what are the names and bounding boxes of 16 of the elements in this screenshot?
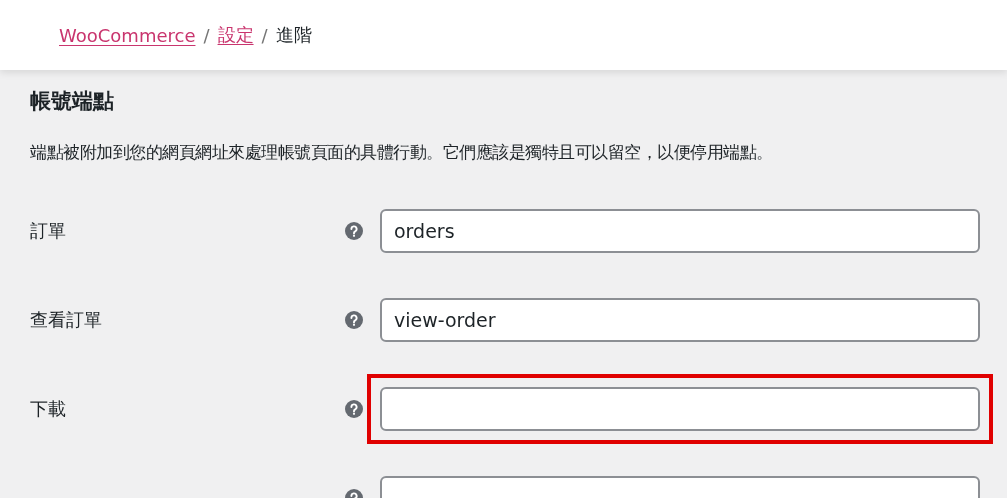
help-icon[interactable] xyxy=(345,221,363,240)
text-field[interactable] xyxy=(380,386,980,431)
text-field[interactable]: view-order xyxy=(380,297,980,342)
breadcrumb-link[interactable]: WooCommerce xyxy=(59,24,196,46)
help-icon[interactable] xyxy=(345,310,363,329)
breadcrumb-current: 進階 xyxy=(275,23,312,47)
breadcrumb-separator: / xyxy=(261,24,268,46)
field-label: 查看訂單 xyxy=(30,307,103,332)
field-label: 訂單 xyxy=(30,218,67,243)
section-description: 端點被附加到您的網頁網址來處理帳號頁面的具體行動。它們應該是獨特且可以留空，以便停用端點。 xyxy=(30,141,774,164)
field-label: 下載 xyxy=(30,396,67,421)
help-icon[interactable] xyxy=(345,399,363,418)
text-field[interactable]: orders xyxy=(380,208,980,253)
breadcrumb-separator: / xyxy=(203,24,210,46)
section-title: 帳號端點 xyxy=(30,88,115,114)
breadcrumb-link[interactable]: 設定 xyxy=(217,23,254,47)
